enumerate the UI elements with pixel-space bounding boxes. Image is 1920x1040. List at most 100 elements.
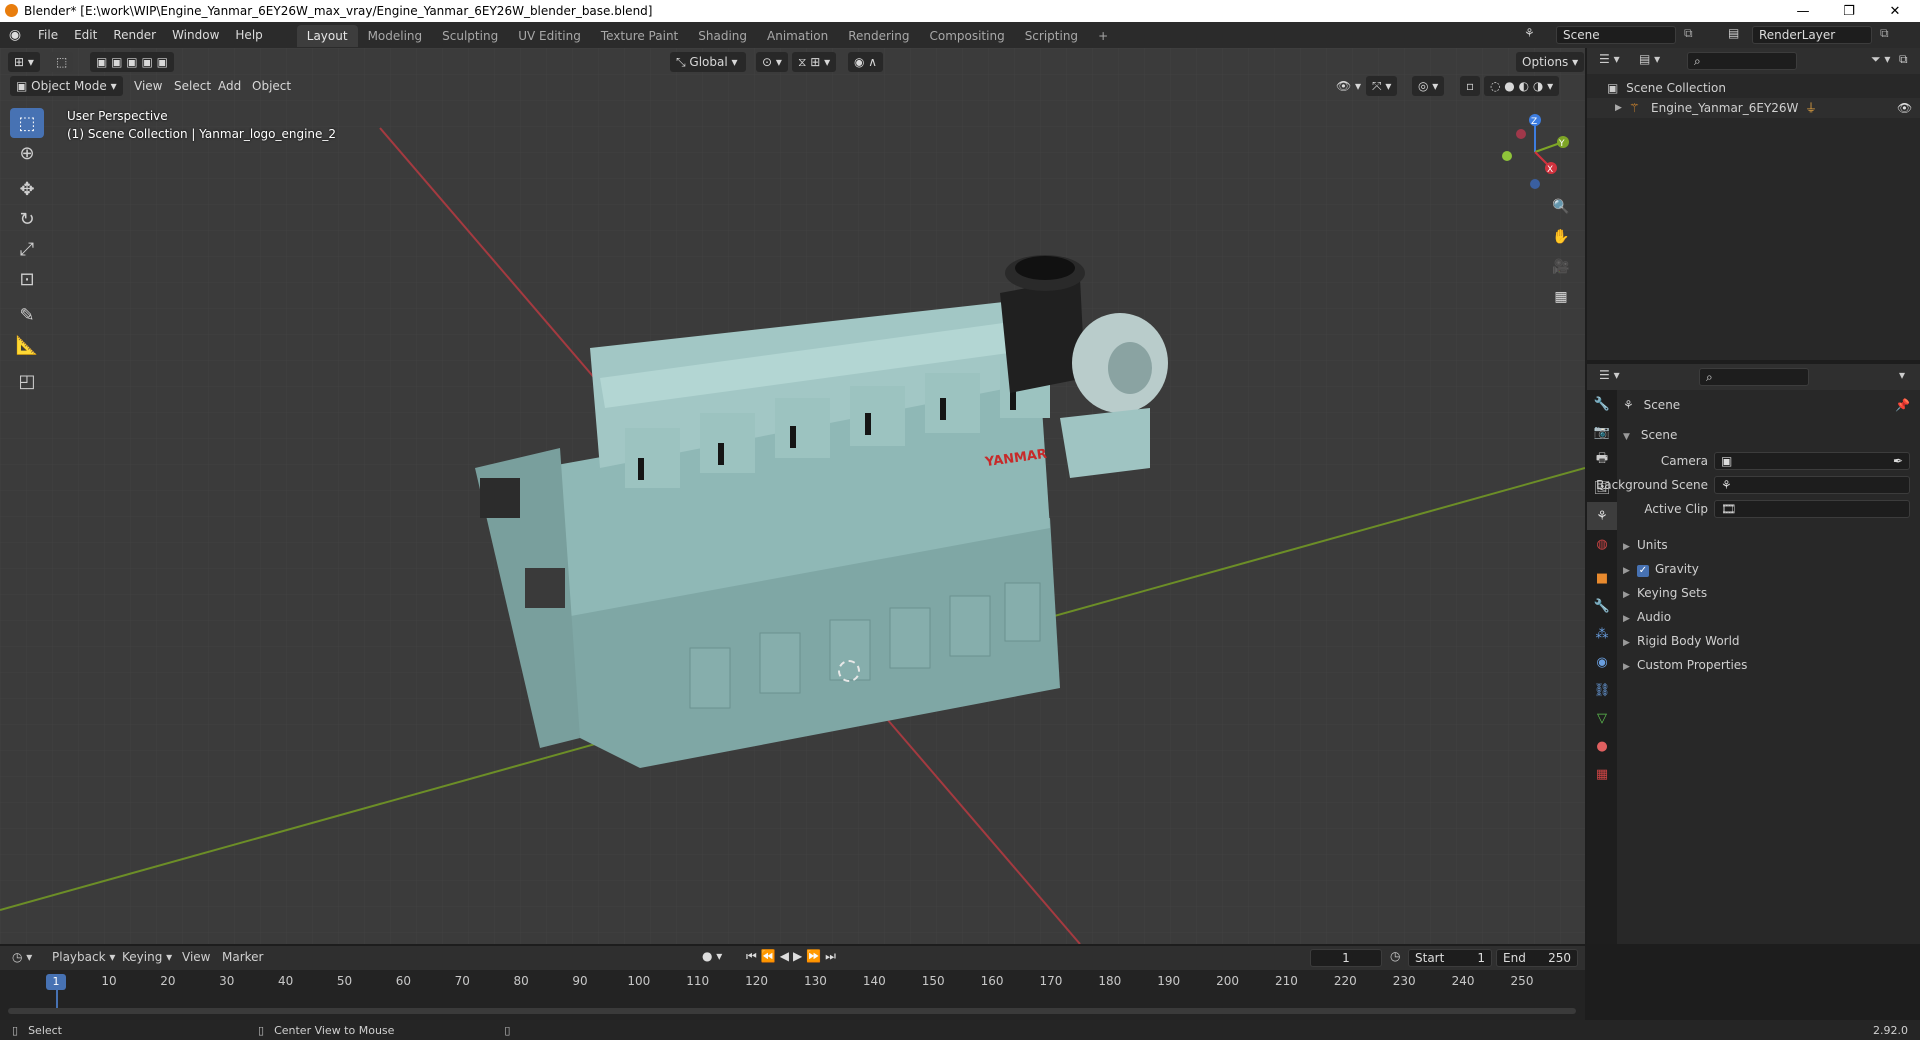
- timeline-editor-icon[interactable]: ◷ ▾: [12, 950, 32, 964]
- menu-render[interactable]: Render: [105, 22, 164, 48]
- current-frame-field[interactable]: 1: [1310, 949, 1382, 967]
- eye-icon[interactable]: 👁: [1897, 98, 1912, 118]
- zoom-icon[interactable]: 🔍: [1548, 194, 1574, 220]
- menu-file[interactable]: File: [30, 22, 66, 48]
- tool-tab-icon[interactable]: 🔧: [1587, 390, 1617, 418]
- properties-search-input[interactable]: ⌕: [1699, 368, 1809, 386]
- camera-field[interactable]: ▣ ✒: [1714, 452, 1910, 470]
- blender-menu-icon[interactable]: ◉: [0, 27, 30, 43]
- transform-orientation-dropdown[interactable]: ⤡ Global ▾: [670, 52, 746, 72]
- pin-icon[interactable]: 📌: [1895, 394, 1910, 416]
- eyedropper-icon[interactable]: ✒: [1893, 453, 1903, 469]
- renderlayer-selector[interactable]: RenderLayer: [1752, 26, 1872, 44]
- world-tab-icon[interactable]: ◍: [1587, 530, 1617, 558]
- workspace-tab-sculpting[interactable]: Sculpting: [432, 25, 508, 47]
- playhead[interactable]: 1: [46, 974, 66, 990]
- scale-tool-icon[interactable]: ⤢: [10, 234, 44, 264]
- material-tab-icon[interactable]: ●: [1587, 732, 1617, 760]
- object-mode-dropdown[interactable]: ▣ Object Mode ▾: [10, 76, 123, 96]
- new-scene-icon[interactable]: ⧉: [1684, 26, 1693, 41]
- snap-icon[interactable]: ⧖ ⊞ ▾: [792, 52, 837, 72]
- workspace-tab-scripting[interactable]: Scripting: [1015, 25, 1088, 47]
- cursor-tool-icon[interactable]: ⊕: [10, 138, 44, 168]
- rotate-tool-icon[interactable]: ↻: [10, 204, 44, 234]
- engine-model[interactable]: [0, 48, 1585, 944]
- shading-modes-icons[interactable]: ◌ ● ◐ ◑ ▾: [1484, 76, 1560, 96]
- visibility-icon[interactable]: 👁 ▾: [1330, 76, 1367, 96]
- constraints-tab-icon[interactable]: ⛓: [1587, 676, 1617, 704]
- background-scene-field[interactable]: ⚘: [1714, 476, 1910, 494]
- scene-panel-header[interactable]: ▼ Scene: [1623, 424, 1920, 446]
- selection-mode-icons[interactable]: ▣ ▣ ▣ ▣ ▣: [90, 52, 174, 72]
- modifier-tab-icon[interactable]: 🔧: [1587, 592, 1617, 620]
- outliner-editor-icon[interactable]: ☰ ▾: [1599, 52, 1620, 66]
- viewport-menu-object[interactable]: Object: [246, 76, 297, 96]
- proportional-edit-icon[interactable]: ◉ ∧: [848, 52, 884, 72]
- add-workspace-button[interactable]: +: [1088, 25, 1118, 47]
- filter-icon[interactable]: ⏷ ▾: [1871, 52, 1890, 67]
- render-tab-icon[interactable]: 📷: [1587, 418, 1617, 446]
- pan-hand-icon[interactable]: ✋: [1548, 224, 1574, 250]
- transform-tool-icon[interactable]: ⊡: [10, 264, 44, 294]
- properties-editor-icon[interactable]: ☰ ▾: [1599, 368, 1620, 382]
- menu-edit[interactable]: Edit: [66, 22, 105, 48]
- output-tab-icon[interactable]: 🖶: [1587, 446, 1617, 474]
- workspace-tab-texture-paint[interactable]: Texture Paint: [591, 25, 688, 47]
- close-button[interactable]: ✕: [1872, 0, 1918, 22]
- outliner-scene-collection[interactable]: ▣ Scene Collection: [1607, 78, 1726, 98]
- timeline-menu-keying[interactable]: Keying ▾: [122, 950, 172, 964]
- measure-tool-icon[interactable]: 📐: [10, 330, 44, 360]
- playback-controls-icons[interactable]: ⏮⏪◀▶⏩⏭: [746, 949, 840, 964]
- custom-properties-panel-header[interactable]: ▶ Custom Properties: [1623, 654, 1920, 676]
- rigid-body-world-panel-header[interactable]: ▶ Rigid Body World: [1623, 630, 1920, 652]
- workspace-tab-compositing[interactable]: Compositing: [919, 25, 1014, 47]
- physics-tab-icon[interactable]: ◉: [1587, 648, 1617, 676]
- editor-type-icon[interactable]: ⊞ ▾: [8, 52, 40, 72]
- annotate-tool-icon[interactable]: ✎: [10, 300, 44, 330]
- scene-tab-icon[interactable]: ⚘: [1587, 502, 1617, 530]
- object-tab-icon[interactable]: ■: [1587, 564, 1617, 592]
- navigation-gizmo[interactable]: Z Y X: [1495, 112, 1575, 192]
- new-collection-icon[interactable]: ⧉: [1899, 52, 1908, 67]
- menu-help[interactable]: Help: [227, 22, 270, 48]
- particles-tab-icon[interactable]: ⁂: [1587, 620, 1617, 648]
- start-frame-field[interactable]: Start 1: [1408, 949, 1492, 967]
- select-tool-icon[interactable]: ⬚: [50, 52, 74, 72]
- record-icon[interactable]: ● ▾: [702, 949, 722, 963]
- scene-selector[interactable]: Scene: [1556, 26, 1676, 44]
- display-mode-icon[interactable]: ▤ ▾: [1639, 52, 1660, 66]
- gravity-checkbox[interactable]: ✓: [1637, 565, 1649, 577]
- workspace-tab-uv-editing[interactable]: UV Editing: [508, 25, 591, 47]
- move-tool-icon[interactable]: ✥: [10, 174, 44, 204]
- minimize-button[interactable]: —: [1780, 0, 1826, 22]
- end-frame-field[interactable]: End 250: [1496, 949, 1578, 967]
- overlay-toggle-icon[interactable]: ◎ ▾: [1412, 76, 1445, 96]
- timeline-menu-playback[interactable]: Playback ▾: [52, 950, 115, 964]
- texture-tab-icon[interactable]: ▦: [1587, 760, 1617, 788]
- units-panel-header[interactable]: ▶ Units: [1623, 534, 1920, 556]
- timeline-menu-marker[interactable]: Marker: [222, 950, 263, 964]
- active-clip-field[interactable]: 🎞: [1714, 500, 1910, 518]
- viewport-menu-select[interactable]: Select: [168, 76, 217, 96]
- select-box-tool-icon[interactable]: ⬚: [10, 108, 44, 138]
- viewport-menu-add[interactable]: Add: [212, 76, 247, 96]
- timeline-menu-view[interactable]: View: [182, 950, 210, 964]
- pivot-point-icon[interactable]: ⊙ ▾: [756, 52, 788, 72]
- workspace-tab-layout[interactable]: Layout: [296, 25, 358, 47]
- restore-button[interactable]: ❐: [1826, 0, 1872, 22]
- xray-icon[interactable]: ▫: [1460, 76, 1481, 96]
- workspace-tab-animation[interactable]: Animation: [757, 25, 838, 47]
- data-tab-icon[interactable]: ▽: [1587, 704, 1617, 732]
- properties-options-icon[interactable]: ▾: [1899, 368, 1905, 382]
- workspace-tab-modeling[interactable]: Modeling: [358, 25, 433, 47]
- workspace-tab-shading[interactable]: Shading: [688, 25, 757, 47]
- gizmo-toggle-icon[interactable]: ⤧ ▾: [1366, 76, 1398, 96]
- ortho-grid-icon[interactable]: ▦: [1548, 284, 1574, 310]
- camera-view-icon[interactable]: 🎥: [1548, 254, 1574, 280]
- expand-arrow-icon[interactable]: ▶: [1615, 98, 1622, 118]
- viewport-menu-view[interactable]: View: [128, 76, 168, 96]
- outliner-search-input[interactable]: ⌕: [1687, 52, 1797, 70]
- timeline-scrollbar[interactable]: [8, 1008, 1576, 1014]
- menu-window[interactable]: Window: [164, 22, 227, 48]
- gravity-panel-header[interactable]: ▶ ✓ Gravity: [1623, 558, 1920, 580]
